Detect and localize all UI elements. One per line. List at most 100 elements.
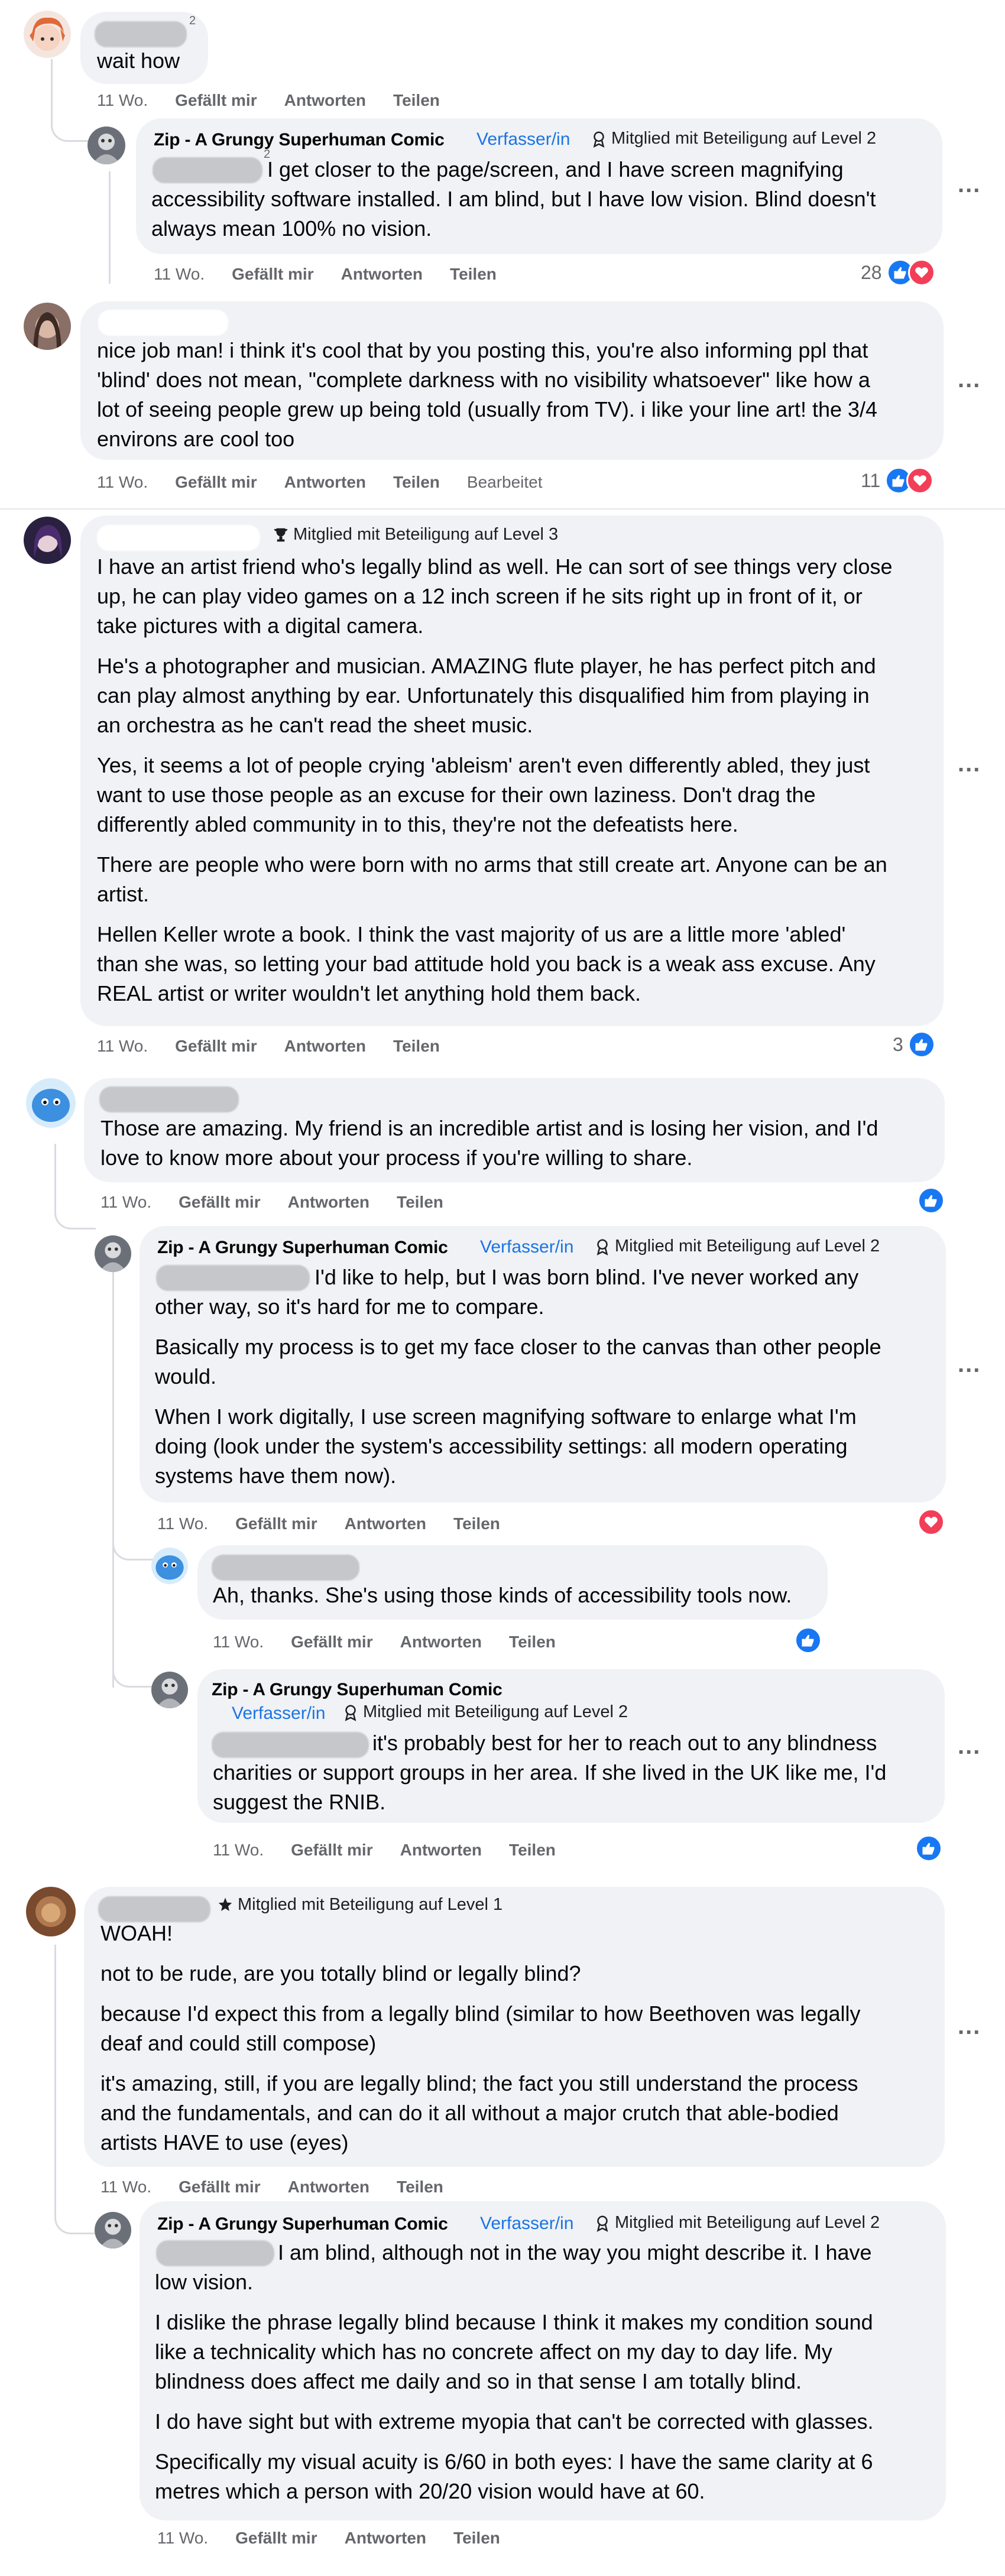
comment-time[interactable]: 11 Wo. xyxy=(157,2529,208,2548)
reply-button[interactable]: Antworten xyxy=(288,1193,369,1212)
like-icon xyxy=(907,1031,935,1058)
comment-text: wait how xyxy=(97,48,180,73)
trophy-icon xyxy=(274,528,288,541)
reply-button[interactable]: Antworten xyxy=(345,2529,426,2548)
like-button[interactable]: Gefällt mir xyxy=(175,1037,257,1056)
comment-meta: 11 Wo. Gefällt mir Antworten Teilen xyxy=(100,2178,443,2197)
author-label: Verfasser/in xyxy=(476,129,570,149)
comment-time[interactable]: 11 Wo. xyxy=(100,2178,151,2197)
reaction-summary[interactable]: 3 xyxy=(893,1031,935,1058)
commenter-name[interactable] xyxy=(95,21,187,47)
share-button[interactable]: Teilen xyxy=(397,2178,443,2197)
share-button[interactable]: Teilen xyxy=(453,2529,500,2548)
more-options-button[interactable]: ... xyxy=(958,1351,981,1378)
comment-meta: 11 Wo. Gefällt mir Antworten Teilen xyxy=(97,1037,440,1056)
like-button[interactable]: Gefällt mir xyxy=(235,2529,317,2548)
commenter-name[interactable] xyxy=(212,1555,359,1581)
share-button[interactable]: Teilen xyxy=(453,1514,500,1533)
like-button[interactable]: Gefällt mir xyxy=(232,265,313,284)
like-button[interactable]: Gefällt mir xyxy=(291,1841,372,1860)
comment-meta: 11 Wo. Gefällt mir Antworten Teilen xyxy=(97,91,440,110)
commenter-name[interactable]: Zip - A Grungy Superhuman Comic xyxy=(212,1680,502,1700)
comment-time[interactable]: 11 Wo. xyxy=(100,1193,151,1212)
comment-text: nice job man! i think it's cool that by … xyxy=(97,338,878,451)
reaction-summary[interactable] xyxy=(918,1187,945,1214)
reaction-summary[interactable]: 28 xyxy=(861,259,935,286)
reaction-summary[interactable]: 11 xyxy=(861,467,934,494)
share-button[interactable]: Teilen xyxy=(393,91,440,110)
avatar[interactable] xyxy=(95,2212,131,2249)
avatar[interactable] xyxy=(151,1672,188,1708)
like-button[interactable]: Gefällt mir xyxy=(291,1633,372,1652)
commenter-name[interactable] xyxy=(99,1086,239,1112)
more-options-button[interactable]: ... xyxy=(958,171,981,198)
member-badge: Mitglied mit Beteiligung auf Level 2 xyxy=(594,1237,880,1256)
avatar[interactable] xyxy=(26,1887,76,1936)
love-icon xyxy=(907,259,935,286)
like-icon xyxy=(915,1835,942,1862)
love-icon xyxy=(918,1508,945,1536)
comment-time[interactable]: 11 Wo. xyxy=(154,265,205,284)
avatar[interactable] xyxy=(24,303,71,350)
reply-button[interactable]: Antworten xyxy=(345,1514,426,1533)
avatar[interactable] xyxy=(24,11,71,58)
share-button[interactable]: Teilen xyxy=(509,1841,556,1860)
comment-time[interactable]: 11 Wo. xyxy=(213,1633,264,1652)
commenter-name[interactable] xyxy=(98,310,228,336)
share-button[interactable]: Teilen xyxy=(450,265,497,284)
comment-time[interactable]: 11 Wo. xyxy=(97,1037,148,1056)
reply-button[interactable]: Antworten xyxy=(284,91,366,110)
reply-button[interactable]: Antworten xyxy=(288,2178,369,2197)
reply-button[interactable]: Antworten xyxy=(284,473,366,492)
share-button[interactable]: Teilen xyxy=(509,1633,556,1652)
badge-icon xyxy=(596,2215,608,2232)
more-options-button[interactable]: ... xyxy=(958,1733,981,1760)
comment-text: I'd like to help, but I was born blind. … xyxy=(155,1265,881,1488)
author-label: Verfasser/in xyxy=(232,1704,326,1723)
reaction-summary[interactable] xyxy=(915,1835,942,1862)
comment-text: I am blind, although not in the way you … xyxy=(155,2240,874,2503)
avatar[interactable] xyxy=(151,1547,188,1584)
commenter-name[interactable]: Zip - A Grungy Superhuman Comic xyxy=(157,2214,448,2234)
thread-line xyxy=(54,2211,96,2234)
reaction-summary[interactable] xyxy=(795,1627,822,1654)
reply-button[interactable]: Antworten xyxy=(400,1633,482,1652)
commenter-name[interactable]: Zip - A Grungy Superhuman Comic xyxy=(157,1238,448,1258)
badge-icon xyxy=(218,1897,232,1911)
more-options-button[interactable]: ... xyxy=(958,2013,981,2040)
thread-line xyxy=(54,1206,96,1229)
reaction-summary[interactable] xyxy=(918,1508,945,1536)
comment-meta: 11 Wo. Gefällt mir Antworten Teilen Bear… xyxy=(97,473,543,492)
avatar[interactable] xyxy=(87,126,125,164)
like-button[interactable]: Gefällt mir xyxy=(235,1514,317,1533)
comment-time[interactable]: 11 Wo. xyxy=(97,473,148,492)
thread-line xyxy=(54,1945,56,2217)
more-options-button[interactable]: ... xyxy=(958,751,981,777)
like-button[interactable]: Gefällt mir xyxy=(175,473,257,492)
like-button[interactable]: Gefällt mir xyxy=(179,2178,260,2197)
comment-time[interactable]: 11 Wo. xyxy=(213,1841,264,1860)
commenter-name[interactable] xyxy=(97,525,260,551)
avatar[interactable] xyxy=(24,517,71,564)
more-options-button[interactable]: ... xyxy=(958,366,981,393)
avatar[interactable] xyxy=(95,1235,131,1272)
reply-button[interactable]: Antworten xyxy=(400,1841,482,1860)
share-button[interactable]: Teilen xyxy=(397,1193,443,1212)
commenter-name[interactable]: Zip - A Grungy Superhuman Comic xyxy=(154,130,445,150)
share-button[interactable]: Teilen xyxy=(393,1037,440,1056)
avatar[interactable] xyxy=(26,1078,76,1128)
share-button[interactable]: Teilen xyxy=(393,473,440,492)
like-button[interactable]: Gefällt mir xyxy=(175,91,257,110)
thread-line xyxy=(112,1664,155,1688)
reply-button[interactable]: Antworten xyxy=(284,1037,366,1056)
reply-button[interactable]: Antworten xyxy=(341,265,423,284)
comment-time[interactable]: 11 Wo. xyxy=(97,91,148,110)
thread-line xyxy=(54,1144,56,1209)
comment-time[interactable]: 11 Wo. xyxy=(157,1514,208,1533)
comment-meta: 11 Wo. Gefällt mir Antworten Teilen xyxy=(154,265,497,284)
comment-text: I have an artist friend who's legally bl… xyxy=(97,554,893,1005)
like-button[interactable]: Gefällt mir xyxy=(179,1193,260,1212)
like-icon xyxy=(795,1627,822,1654)
comment-meta: 11 Wo. Gefällt mir Antworten Teilen xyxy=(100,1193,443,1212)
love-icon xyxy=(906,467,934,494)
